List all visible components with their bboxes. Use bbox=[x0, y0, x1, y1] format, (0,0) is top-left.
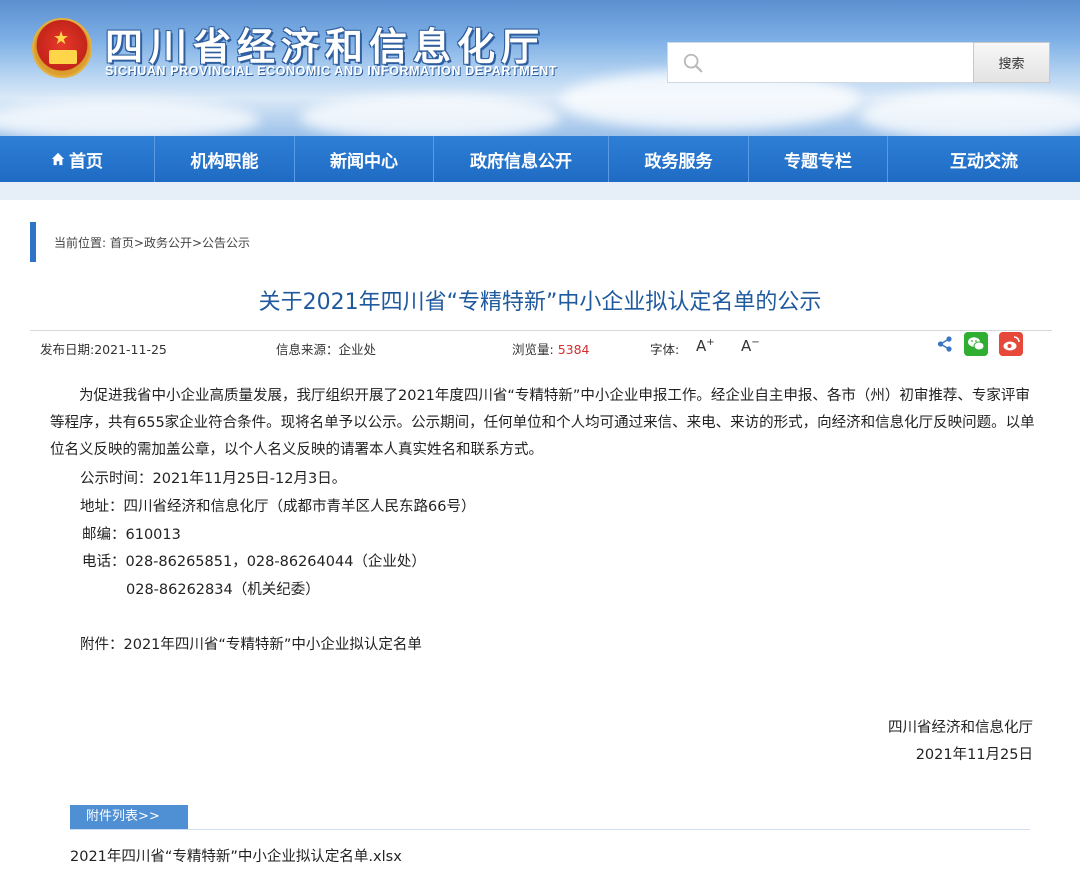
attachment-note: 附件：2021年四川省“专精特新”中小企业拟认定名单 bbox=[80, 637, 422, 653]
nav-item-services[interactable]: 政务服务 bbox=[609, 136, 749, 182]
view-count-value: 5384 bbox=[557, 342, 590, 357]
breadcrumb-link-home[interactable]: 首页 bbox=[110, 236, 134, 250]
breadcrumb-link-gov-affairs[interactable]: 政务公开 bbox=[144, 236, 192, 250]
nav-item-news[interactable]: 新闻中心 bbox=[295, 136, 434, 182]
publish-date-value: 2021-11-25 bbox=[94, 342, 167, 357]
national-emblem-icon: ★ bbox=[32, 18, 92, 78]
article-meta-bar: 发布日期:2021-11-25 信息来源：企业处 浏览量: 5384 字体: A… bbox=[30, 330, 1052, 362]
font-decrease-glyph: A bbox=[741, 337, 752, 355]
nav-item-interaction[interactable]: 互动交流 bbox=[888, 136, 1080, 182]
view-count: 浏览量: 5384 bbox=[512, 339, 590, 358]
info-source-value: 企业处 bbox=[338, 342, 377, 357]
home-icon bbox=[51, 152, 65, 166]
breadcrumb: 当前位置: 首页>政务公开>公告公示 bbox=[54, 234, 250, 251]
article-paragraph: 为促进我省中小企业高质量发展，我厅组织开展了2021年度四川省“专精特新”中小企… bbox=[50, 388, 1035, 458]
breadcrumb-separator: > bbox=[191, 236, 203, 250]
attachment-list-tab: 附件列表>> bbox=[70, 805, 188, 829]
attachment-divider bbox=[70, 829, 1030, 830]
header-cloud bbox=[0, 100, 260, 136]
nav-item-gov-info[interactable]: 政府信息公开 bbox=[434, 136, 609, 182]
contact-phone-secondary: 028-86262834（机关纪委） bbox=[126, 582, 320, 598]
search-button[interactable]: 搜索 bbox=[973, 42, 1050, 83]
nav-item-functions[interactable]: 机构职能 bbox=[155, 136, 295, 182]
contact-phone: 电话：028-86265851，028-86264044（企业处） bbox=[82, 554, 426, 570]
info-source: 信息来源：企业处 bbox=[276, 339, 376, 358]
nav-item-home[interactable]: 首页 bbox=[0, 136, 155, 182]
view-count-label: 浏览量: bbox=[512, 342, 554, 357]
share-icon[interactable] bbox=[936, 335, 954, 353]
breadcrumb-accent-bar bbox=[30, 222, 36, 262]
site-header: ★ 四川省经济和信息化厅 SICHUAN PROVINCIAL ECONOMIC… bbox=[0, 0, 1080, 136]
publish-date-label: 发布日期: bbox=[40, 342, 95, 357]
breadcrumb-link-notices[interactable]: 公告公示 bbox=[202, 236, 250, 250]
site-title: 四川省经济和信息化厅 bbox=[105, 25, 546, 69]
weibo-icon[interactable] bbox=[999, 332, 1023, 356]
signature-org: 四川省经济和信息化厅 bbox=[888, 720, 1033, 736]
publish-date: 发布日期:2021-11-25 bbox=[40, 339, 167, 358]
site-subtitle: SICHUAN PROVINCIAL ECONOMIC AND INFORMAT… bbox=[105, 64, 558, 78]
notice-period: 公示时间：2021年11月25日-12月3日。 bbox=[80, 471, 347, 487]
font-increase-button[interactable]: A+ bbox=[696, 337, 715, 355]
article-title: 关于2021年四川省“专精特新”中小企业拟认定名单的公示 bbox=[258, 290, 822, 315]
font-increase-glyph: A bbox=[696, 337, 707, 355]
header-cloud bbox=[300, 95, 560, 136]
nav-item-label: 首页 bbox=[69, 151, 103, 172]
breadcrumb-prefix: 当前位置: bbox=[54, 236, 107, 250]
info-source-label: 信息来源： bbox=[276, 342, 339, 357]
attachment-file-link[interactable]: 2021年四川省“专精特新”中小企业拟认定名单.xlsx bbox=[70, 845, 402, 866]
contact-postcode: 邮编：610013 bbox=[82, 527, 181, 543]
nav-item-topics[interactable]: 专题专栏 bbox=[749, 136, 888, 182]
search-icon bbox=[683, 53, 703, 73]
font-size-label: 字体: bbox=[650, 342, 680, 357]
breadcrumb-separator: > bbox=[133, 236, 144, 250]
search-input[interactable] bbox=[714, 43, 969, 82]
signature-date: 2021年11月25日 bbox=[915, 747, 1033, 763]
nav-bottom-strip bbox=[0, 182, 1080, 200]
contact-address: 地址：四川省经济和信息化厅（成都市青羊区人民东路66号） bbox=[80, 499, 476, 515]
font-decrease-button[interactable]: A− bbox=[741, 337, 760, 355]
header-cloud bbox=[860, 90, 1080, 136]
main-nav: 首页 机构职能 新闻中心 政府信息公开 政务服务 专题专栏 互动交流 bbox=[0, 136, 1080, 182]
wechat-icon[interactable] bbox=[964, 332, 988, 356]
search-box bbox=[667, 42, 973, 83]
